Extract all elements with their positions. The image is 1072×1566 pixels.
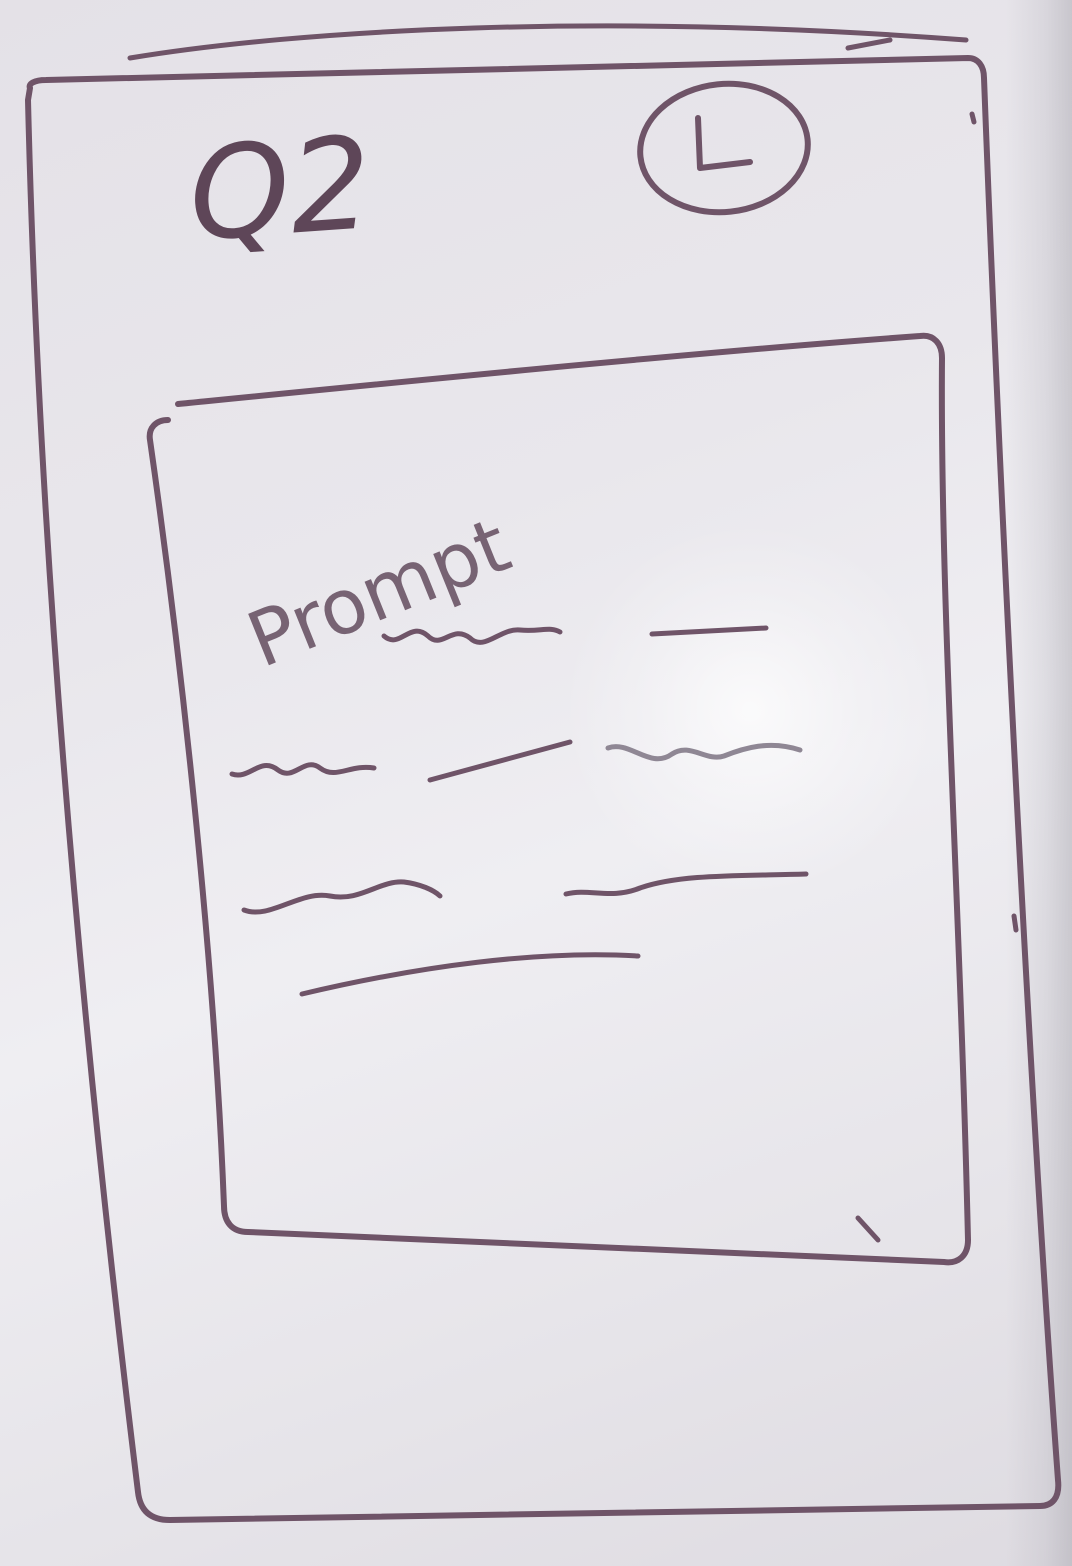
placeholder-line xyxy=(605,742,803,762)
stray-mark xyxy=(1011,913,1019,933)
stray-mark xyxy=(845,37,893,51)
stray-mark xyxy=(855,1215,881,1243)
placeholder-line xyxy=(229,762,377,778)
prompt-card: Prompt xyxy=(146,332,971,1266)
placeholder-line xyxy=(649,625,769,637)
stray-mark xyxy=(969,111,977,125)
prompt-label: Prompt xyxy=(235,500,521,685)
prompt-card-border xyxy=(146,332,971,1266)
placeholder-line xyxy=(427,739,573,783)
placeholder-line xyxy=(381,626,563,645)
top-edge-stroke xyxy=(127,23,969,61)
screen-outline xyxy=(25,55,1062,1523)
placeholder-line xyxy=(241,879,443,915)
placeholder-line xyxy=(563,871,809,897)
whiteboard: Q2 Prompt xyxy=(0,0,1072,1566)
wireframe-sketch: Q2 Prompt xyxy=(25,23,1062,1523)
question-label: Q2 xyxy=(184,109,376,270)
placeholder-text-lines xyxy=(229,625,809,997)
placeholder-line xyxy=(299,952,641,997)
clock-icon xyxy=(637,80,811,216)
